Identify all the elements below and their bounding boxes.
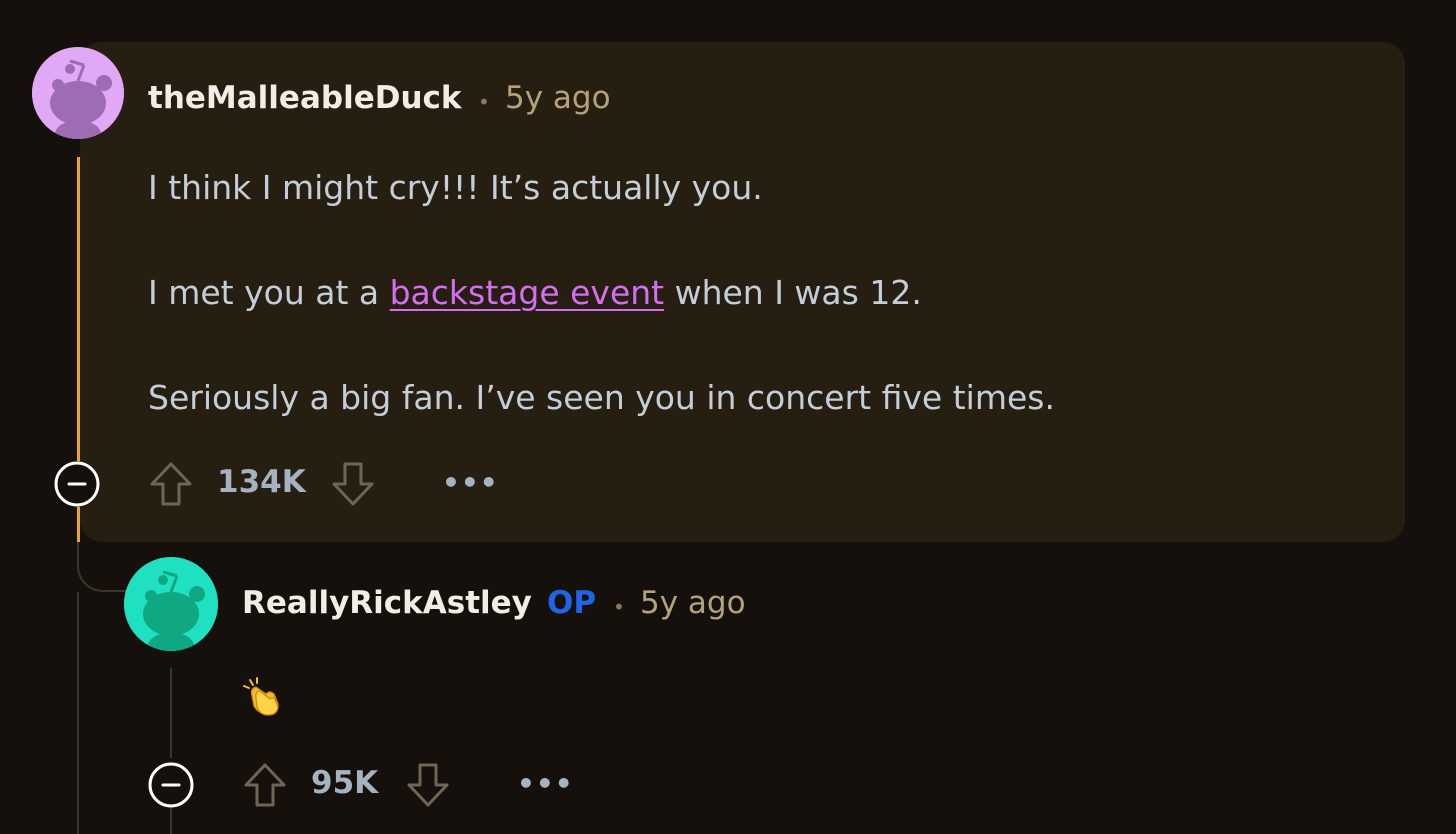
comment-thread: theMalleableDuck • 5y ago I think I migh…	[0, 0, 1456, 834]
reply-author[interactable]: ReallyRickAstley	[242, 585, 532, 621]
backstage-event-link[interactable]: backstage event	[390, 273, 665, 312]
comment-text: I met you at a	[148, 273, 390, 312]
clapping-hands-icon	[243, 677, 279, 716]
arrow-down-icon	[407, 763, 449, 807]
meta-separator: •	[613, 595, 625, 619]
parent-continuation-line[interactable]	[77, 592, 79, 834]
comment-paragraph: I met you at a backstage event when I wa…	[148, 273, 922, 312]
arrow-up-icon	[244, 763, 286, 807]
snoo-avatar-icon	[124, 557, 218, 651]
vote-score: 95K	[311, 765, 379, 801]
comment-text: when I was 12.	[664, 273, 922, 312]
collapse-button[interactable]	[54, 461, 100, 507]
comment-paragraph: Seriously a big fan. I’ve seen you in co…	[148, 378, 1055, 417]
arrow-down-icon	[332, 462, 374, 506]
reply-timestamp[interactable]: 5y ago	[640, 585, 746, 621]
minus-circle-icon	[148, 762, 194, 808]
upvote-button[interactable]	[242, 761, 288, 813]
avatar[interactable]	[124, 557, 218, 651]
vote-score: 134K	[217, 464, 306, 500]
more-options-button[interactable]: •••	[442, 466, 499, 499]
upvote-button[interactable]	[148, 460, 194, 512]
avatar[interactable]	[32, 47, 124, 139]
comment-author[interactable]: theMalleableDuck	[148, 80, 462, 116]
snoo-avatar-icon	[32, 47, 124, 139]
op-badge: OP	[547, 585, 597, 621]
reply-thread-line-lower[interactable]	[170, 808, 172, 834]
reply-thread-line[interactable]	[170, 668, 172, 758]
collapse-button[interactable]	[148, 762, 194, 808]
minus-circle-icon	[54, 461, 100, 507]
arrow-up-icon	[150, 462, 192, 506]
comment-timestamp[interactable]: 5y ago	[505, 80, 611, 116]
meta-separator: •	[478, 90, 490, 114]
downvote-button[interactable]	[405, 761, 451, 813]
more-options-button[interactable]: •••	[517, 767, 574, 800]
comment-paragraph: I think I might cry!!! It’s actually you…	[148, 168, 763, 207]
reply-thread-connector	[77, 542, 129, 592]
clapping-hands-icon	[240, 674, 284, 722]
downvote-button[interactable]	[330, 460, 376, 512]
